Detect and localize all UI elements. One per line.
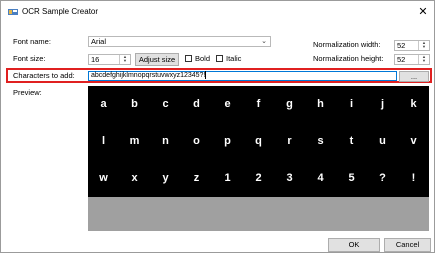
title-bar[interactable]: OCR Sample Creator ✕ bbox=[1, 1, 434, 23]
app-icon bbox=[8, 9, 18, 15]
font-size-value: 16 bbox=[91, 55, 100, 64]
normalization-height-label: Normalization height: bbox=[313, 54, 384, 63]
preview-glyph: i bbox=[349, 98, 354, 110]
italic-label: Italic bbox=[226, 54, 242, 63]
spinner-buttons[interactable]: ▲ ▼ bbox=[119, 55, 130, 64]
ok-button[interactable]: OK bbox=[328, 238, 380, 252]
window-title: OCR Sample Creator bbox=[22, 7, 99, 16]
spin-down-icon[interactable]: ▼ bbox=[120, 59, 130, 63]
normalization-width-spinner[interactable]: 52 ▲ ▼ bbox=[394, 40, 430, 51]
preview-glyph: t bbox=[349, 135, 354, 147]
font-size-label: Font size: bbox=[13, 54, 46, 63]
preview-glyph: c bbox=[162, 98, 169, 110]
preview-glyph: e bbox=[224, 98, 231, 110]
preview-glyph: p bbox=[224, 135, 231, 147]
preview-glyph: 3 bbox=[286, 172, 293, 184]
preview-glyph: d bbox=[193, 98, 200, 110]
preview-glyph: q bbox=[255, 135, 262, 147]
preview-glyph: 2 bbox=[255, 172, 262, 184]
spinner-buttons[interactable]: ▲ ▼ bbox=[418, 55, 429, 64]
font-name-value: Arial bbox=[91, 37, 107, 46]
preview-glyph: j bbox=[380, 98, 385, 110]
preview-glyph: g bbox=[286, 98, 293, 110]
close-button[interactable]: ✕ bbox=[413, 2, 433, 22]
preview-glyph: f bbox=[256, 98, 261, 110]
preview-glyph: 1 bbox=[224, 172, 231, 184]
preview-glyph: l bbox=[101, 135, 106, 147]
characters-input[interactable]: abcdefghijklmnopqrstuvwxyz12345?! bbox=[88, 71, 397, 81]
close-icon: ✕ bbox=[418, 6, 428, 18]
preview-glyph: m bbox=[129, 135, 140, 147]
adjust-size-button[interactable]: Adjust size bbox=[135, 53, 179, 66]
preview-glyph: z bbox=[193, 172, 200, 184]
preview-area: a b c d e f g h i j k l m n o p q r s t u v w x y z 1 2 3 4 5?! bbox=[88, 86, 429, 231]
preview-glyph: w bbox=[99, 172, 108, 184]
normalization-width-value: 52 bbox=[397, 41, 406, 50]
bold-label: Bold bbox=[195, 54, 211, 63]
preview-glyph: k bbox=[410, 98, 417, 110]
preview-glyph: a bbox=[100, 98, 107, 110]
preview-glyph: v bbox=[410, 135, 417, 147]
preview-glyph: u bbox=[379, 135, 386, 147]
cancel-button[interactable]: Cancel bbox=[384, 238, 431, 252]
preview-glyph: 4 bbox=[317, 172, 324, 184]
font-size-spinner[interactable]: 16 ▲ ▼ bbox=[88, 54, 131, 65]
normalization-height-value: 52 bbox=[397, 55, 406, 64]
preview-glyph: s bbox=[317, 135, 324, 147]
preview-glyph: o bbox=[193, 135, 200, 147]
spin-down-icon[interactable]: ▼ bbox=[419, 59, 429, 63]
preview-glyph: ? bbox=[379, 172, 386, 184]
characters-label: Characters to add: bbox=[13, 71, 75, 80]
preview-glyph: y bbox=[162, 172, 169, 184]
preview-glyph: 5 bbox=[348, 172, 355, 184]
preview-glyph: ! bbox=[411, 172, 416, 184]
ocr-sample-creator-window: OCR Sample Creator ✕ Font name: Arial ⌄ … bbox=[0, 0, 435, 253]
font-name-label: Font name: bbox=[13, 37, 51, 46]
spin-down-icon[interactable]: ▼ bbox=[419, 45, 429, 49]
preview-label: Preview: bbox=[13, 88, 42, 97]
preview-glyph: n bbox=[162, 135, 169, 147]
preview-glyph: x bbox=[131, 172, 138, 184]
bold-checkbox[interactable] bbox=[185, 55, 192, 62]
characters-value: abcdefghijklmnopqrstuvwxyz12345?! bbox=[91, 72, 206, 79]
chevron-down-icon: ⌄ bbox=[261, 38, 267, 45]
text-caret bbox=[205, 71, 207, 80]
preview-grid: a b c d e f g h i j k l m n o p q r s t u v w x y z 1 2 3 4 5?! bbox=[88, 86, 429, 197]
browse-button[interactable]: ... bbox=[399, 71, 429, 82]
spinner-buttons[interactable]: ▲ ▼ bbox=[418, 41, 429, 50]
font-name-dropdown[interactable]: Arial ⌄ bbox=[88, 36, 271, 47]
normalization-height-spinner[interactable]: 52 ▲ ▼ bbox=[394, 54, 430, 65]
preview-glyph: h bbox=[317, 98, 324, 110]
preview-glyph: r bbox=[287, 135, 292, 147]
preview-glyph: b bbox=[131, 98, 138, 110]
normalization-width-label: Normalization width: bbox=[313, 40, 381, 49]
italic-checkbox[interactable] bbox=[216, 55, 223, 62]
